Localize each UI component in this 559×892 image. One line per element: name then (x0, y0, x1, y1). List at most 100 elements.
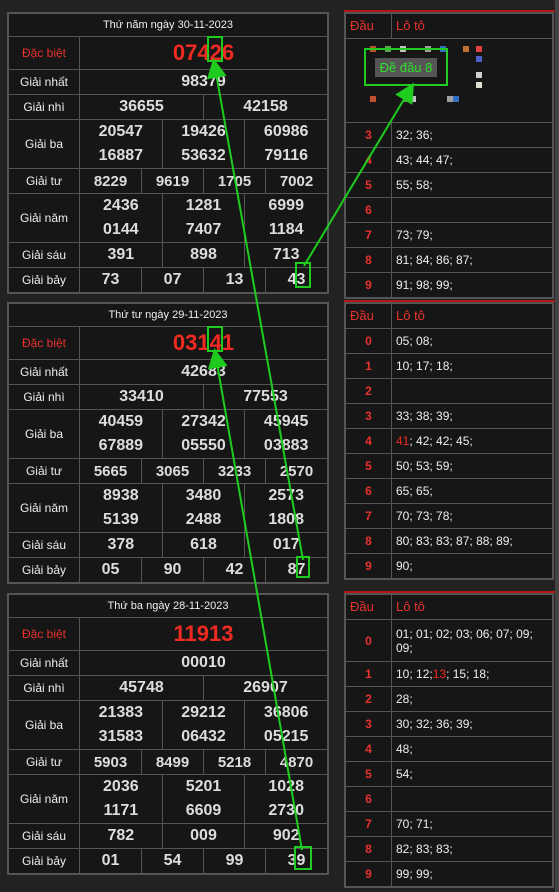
prize-number: 31583 (80, 725, 163, 749)
prize-row-g6: Giải sáu 782 009 902 (9, 824, 327, 849)
captcha-noise (453, 96, 459, 102)
loto-values: 82; 83; 83; (396, 842, 453, 856)
scrollbar[interactable] (555, 0, 559, 892)
captcha-noise (476, 72, 482, 78)
prize-number: 2573 (268, 487, 304, 504)
prize-number: 3065 (142, 459, 204, 483)
prize-number: 4870 (279, 753, 314, 771)
prize-number: 1705 (204, 169, 266, 193)
prize-line: 20547 19426 60986 (80, 120, 327, 144)
prize-values: 36655 42158 (80, 95, 327, 119)
loto-row: 0 01; 01; 02; 03; 06; 07; 09; 09; (346, 620, 552, 662)
loto-row: 6 65; 65; (346, 479, 552, 504)
head-digit: 9 (346, 862, 392, 886)
prize-number: 05215 (263, 728, 309, 745)
loto-table: Đầu Lô tô 0 05; 08; 1 10; 17; 18; 2 3 33; 38; 39… (344, 302, 554, 580)
head-digit: 2 (346, 379, 392, 403)
prize-number: 5218 (204, 750, 266, 774)
prize-row-g5: Giải năm 2436 1281 6999 0144 7407 1184 (9, 194, 327, 243)
loto-row: 9 99; 99; (346, 862, 552, 886)
loto-row: 4 43; 44; 47; (346, 148, 552, 173)
prize-number: 902 (272, 827, 300, 844)
prize-line: 31583 06432 05215 (80, 725, 327, 749)
highlight-box (207, 326, 223, 352)
prize-number: 05550 (163, 434, 246, 458)
prize-values: 2436 1281 6999 0144 7407 1184 (80, 194, 327, 242)
prize-label: Giải nhì (9, 95, 80, 119)
prize-number: 40459 (80, 410, 163, 434)
loto-values: 55; 58; (396, 178, 433, 192)
prize-line: 33410 77553 (80, 385, 327, 409)
loto-header: Đầu Lô tô (346, 14, 552, 39)
prize-values: 782 009 902 (80, 824, 327, 848)
prize-number: 3480 (163, 484, 246, 508)
loto-values: 30; 32; 36; 39; (396, 717, 473, 731)
dau-column-header: Đầu (346, 595, 392, 619)
prize-number: 73 (80, 268, 142, 292)
loto-column-header: Lô tô (396, 18, 425, 33)
prize-number: 2436 (80, 194, 163, 218)
prize-number: 8229 (80, 169, 142, 193)
draw-date-header: Thứ ba ngày 28-11-2023 (9, 595, 327, 618)
prize-label: Giải nhì (9, 385, 80, 409)
prize-values: 2036 5201 1028 1171 6609 2730 (80, 775, 327, 823)
prize-label: Đặc biệt (9, 37, 80, 69)
prize-values: 42683 (80, 360, 327, 384)
prize-row-g7: Giải bảy 01 54 99 39 (9, 849, 327, 873)
loto-values: 50; 53; 59; (396, 459, 453, 473)
prize-values: 73 07 13 43 (80, 268, 327, 292)
prize-line: 782 009 902 (80, 824, 327, 848)
prize-number: 378 (80, 533, 163, 557)
prize-values: 07426 (80, 37, 327, 69)
prize-number: 8499 (142, 750, 204, 774)
loto-row: 5 50; 53; 59; (346, 454, 552, 479)
loto-row: 3 33; 38; 39; (346, 404, 552, 429)
prize-values: 378 618 017 (80, 533, 327, 557)
prize-number: 2036 (80, 775, 163, 799)
loto-row: 5 55; 58; (346, 173, 552, 198)
prize-label: Giải sáu (9, 243, 80, 267)
prize-number: 45945 (263, 413, 309, 430)
prize-number: 54 (142, 849, 204, 873)
prize-label: Giải bảy (9, 849, 80, 873)
prize-line: 378 618 017 (80, 533, 327, 557)
prize-line: 5903 8499 5218 4870 (80, 750, 327, 774)
prize-values: 11913 (80, 618, 327, 650)
captcha-noise (403, 96, 409, 102)
prize-number: 0144 (80, 218, 163, 242)
dau-column-header: Đầu (346, 14, 392, 38)
head-digit: 1 (346, 662, 392, 686)
prize-values: 01 54 99 39 (80, 849, 327, 873)
loto-values: 28; (396, 692, 413, 706)
loto-row: 3 30; 32; 36; 39; (346, 712, 552, 737)
prize-label: Giải nhất (9, 360, 80, 384)
head-digit: 6 (346, 787, 392, 811)
prize-number: 2570 (279, 462, 314, 480)
prize-number: 16887 (80, 144, 163, 168)
prize-values: 8938 3480 2573 5139 2488 1808 (80, 484, 327, 532)
head-digit: 0 (346, 620, 392, 661)
prize-row-g6: Giải sáu 391 898 713 (9, 243, 327, 268)
loto-values: 65; 65; (396, 484, 433, 498)
prize-number: 20547 (80, 120, 163, 144)
loto-values: 10; 17; 18; (396, 359, 453, 373)
head-digit: 0 (346, 329, 392, 353)
prize-row-g2: Giải nhì 33410 77553 (9, 385, 327, 410)
loto-values: 10; 12; 13; 15; 18; (392, 662, 493, 686)
prize-number: 898 (163, 243, 246, 267)
prize-number: 5201 (163, 775, 246, 799)
captcha-noise (410, 96, 416, 102)
prize-line: 0144 7407 1184 (80, 218, 327, 242)
prize-number: 391 (80, 243, 163, 267)
loto-values: 90; (396, 559, 413, 573)
prize-line: 03141 (80, 327, 327, 359)
prize-values: 391 898 713 (80, 243, 327, 267)
prize-row-g2: Giải nhì 45748 26907 (9, 676, 327, 701)
prize-number: 01 (80, 849, 142, 873)
prize-number: 5903 (80, 750, 142, 774)
head-digit: 1 (346, 354, 392, 378)
prize-row-g4: Giải tư 5665 3065 3233 2570 (9, 459, 327, 484)
prize-number: 26907 (243, 679, 288, 696)
draw-date-header: Thứ năm ngày 30-11-2023 (9, 14, 327, 37)
head-digit: 9 (346, 273, 392, 297)
